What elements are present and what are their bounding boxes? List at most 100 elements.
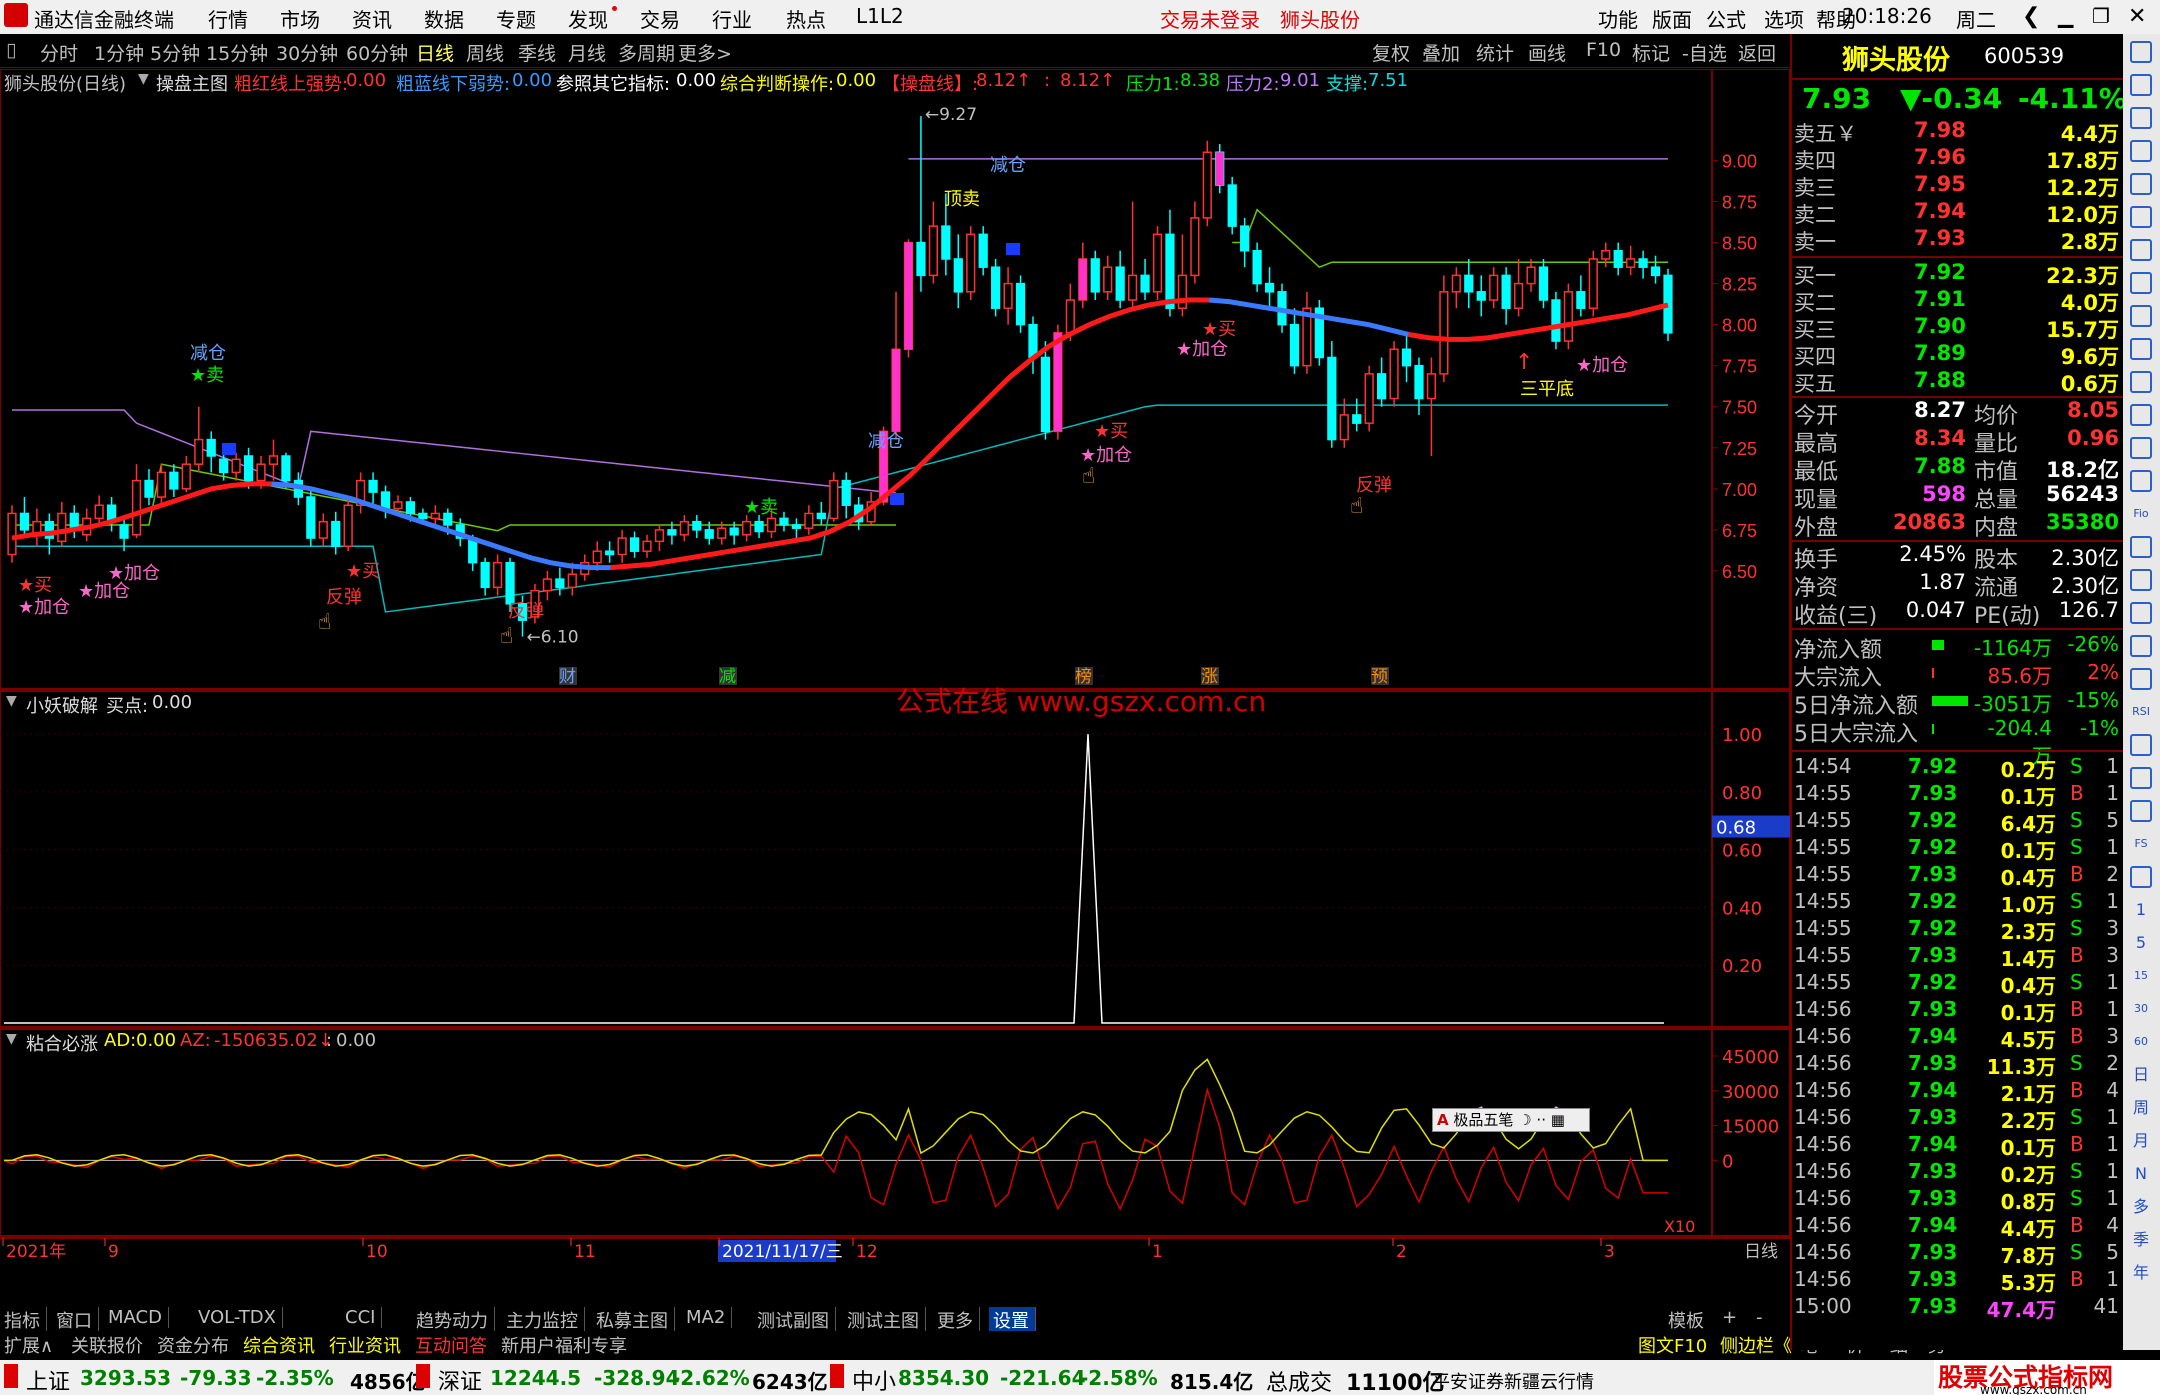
chart-canvas[interactable]: 9.00 8.75 8.50 8.25 8.00 7.75 7.50 7.25 7.00 6.75… — [0, 68, 1791, 1284]
right-menu-2[interactable]: 公式 — [1706, 4, 1746, 33]
period-tab-8[interactable]: 季线 — [518, 39, 556, 66]
table-icon[interactable] — [2130, 239, 2152, 261]
period-btn-31[interactable]: 日 — [2127, 1061, 2155, 1089]
menu-8[interactable]: 热点 — [786, 4, 826, 33]
sub1-title[interactable]: 小妖破解 — [26, 692, 98, 718]
down-arrow-icon[interactable] — [2130, 107, 2152, 129]
restore-icon[interactable]: ❐ — [2092, 4, 2110, 28]
indicator-tab-2[interactable]: MACD — [108, 1307, 169, 1328]
candle-icon[interactable] — [2130, 305, 2152, 327]
menu-3[interactable]: 数据 — [424, 4, 464, 33]
period-btn-36[interactable]: 季 — [2127, 1226, 2155, 1254]
sub2-title[interactable]: 粘合必涨 — [26, 1030, 98, 1056]
period-tab-11[interactable]: 更多> — [678, 39, 732, 66]
toolbar-btn-3[interactable]: 画线 — [1528, 39, 1566, 66]
toolbar-btn-2[interactable]: 统计 — [1476, 39, 1514, 66]
rsi-icon[interactable]: RSI — [2127, 698, 2155, 726]
main-indicator-name[interactable]: 操盘主图 — [156, 70, 228, 96]
period-btn-30[interactable]: 60 — [2127, 1028, 2155, 1056]
period-btn-33[interactable]: 月 — [2127, 1127, 2155, 1155]
index-name[interactable]: 中小 — [852, 1364, 896, 1395]
ext-tab-3[interactable]: 综合资讯 — [243, 1332, 315, 1358]
index-name[interactable]: 深证 — [438, 1364, 482, 1395]
indicator-tab-6[interactable]: 主力监控 — [506, 1307, 585, 1333]
indicator-tab-8[interactable]: MA2 — [686, 1307, 733, 1328]
right-menu-3[interactable]: 选项 — [1764, 4, 1804, 33]
clock-icon[interactable] — [2130, 866, 2152, 888]
fs-icon[interactable]: FS — [2127, 830, 2155, 858]
menu-6[interactable]: 交易 — [640, 4, 680, 33]
f10-icon[interactable] — [2130, 602, 2152, 624]
fio-icon[interactable]: Fio — [2127, 500, 2155, 528]
ext-tab-1[interactable]: 关联报价 — [71, 1332, 143, 1358]
ime-toolbar[interactable]: A 极品五笔 ☽ ·· ▦ — [1432, 1108, 1590, 1132]
collapse-icon[interactable] — [2130, 41, 2152, 63]
period-tab-3[interactable]: 15分钟 — [206, 39, 268, 66]
close-icon[interactable]: ✕ — [2128, 4, 2146, 29]
sub2-dropdown-icon[interactable]: ▼ — [6, 1031, 17, 1047]
wave-icon[interactable] — [2130, 536, 2152, 558]
toolbar-btn-5[interactable]: 标记 — [1632, 39, 1670, 66]
indicator-tab-3[interactable]: VOL-TDX — [198, 1307, 283, 1328]
ext-tab-5[interactable]: 互动问答 — [415, 1332, 487, 1358]
toolbar-btn-4[interactable]: F10 — [1586, 39, 1621, 61]
map-icon[interactable] — [2130, 569, 2152, 591]
minimize-icon[interactable]: ▁ — [2058, 4, 2073, 28]
period-tab-2[interactable]: 5分钟 — [150, 39, 200, 66]
toolbar-btn-0[interactable]: 复权 — [1372, 39, 1410, 66]
chart-icon[interactable] — [2130, 140, 2152, 162]
indicator-tab-11[interactable]: 更多 — [937, 1307, 980, 1333]
right-menu-0[interactable]: 功能 — [1598, 4, 1638, 33]
indicator-tab-7[interactable]: 私募主图 — [596, 1307, 675, 1333]
list-icon[interactable] — [2130, 173, 2152, 195]
period-btn-28[interactable]: 15 — [2127, 962, 2155, 990]
period-btn-32[interactable]: 周 — [2127, 1094, 2155, 1122]
ext-tab-6[interactable]: 新用户福利专享 — [501, 1332, 627, 1358]
menu-2[interactable]: 资讯 — [352, 4, 392, 33]
period-tab-6[interactable]: 日线 — [416, 39, 454, 66]
back-icon[interactable]: ❮ — [2022, 4, 2040, 29]
layout-icon[interactable] — [2130, 635, 2152, 657]
indicator-tab-12[interactable]: 设置 — [989, 1307, 1036, 1333]
toolbar-btn-6[interactable]: -自选 — [1682, 39, 1727, 66]
book-icon[interactable] — [2130, 338, 2152, 360]
period-btn-27[interactable]: 5 — [2127, 929, 2155, 957]
toolbar-btn-1[interactable]: 叠加 — [1422, 39, 1460, 66]
chart-area[interactable]: 9.00 8.75 8.50 8.25 8.00 7.75 7.50 7.25 7.00 6.75… — [0, 68, 1791, 1284]
template-btn-1[interactable]: + — [1722, 1307, 1737, 1328]
menu-9[interactable]: L1L2 — [856, 4, 904, 28]
right-menu-1[interactable]: 版面 — [1652, 4, 1692, 33]
period-tab-0[interactable]: 分时 — [40, 39, 78, 66]
ext-tab-2[interactable]: 资金分布 — [157, 1332, 229, 1358]
up-arrow-icon[interactable] — [2130, 74, 2152, 96]
indicator-tab-1[interactable]: 窗口 — [56, 1307, 99, 1333]
template-btn-2[interactable]: - — [1756, 1307, 1763, 1328]
ime-keyboard-icon[interactable]: ▦ — [1551, 1111, 1565, 1129]
period-btn-35[interactable]: 多 — [2127, 1193, 2155, 1221]
menu-0[interactable]: 行情 — [208, 4, 248, 33]
period-btn-29[interactable]: 30 — [2127, 995, 2155, 1023]
news-icon[interactable] — [2130, 437, 2152, 459]
grid-icon[interactable] — [2130, 371, 2152, 393]
period-btn-34[interactable]: N — [2127, 1160, 2155, 1188]
period-tab-4[interactable]: 30分钟 — [276, 39, 338, 66]
stock-icon[interactable] — [2130, 470, 2152, 492]
sub1-dropdown-icon[interactable]: ▼ — [6, 693, 17, 709]
ring-icon[interactable] — [2130, 668, 2152, 690]
template-btn-0[interactable]: 模板 — [1668, 1307, 1704, 1333]
ext-tab-0[interactable]: 扩展∧ — [4, 1332, 53, 1358]
period-btn-37[interactable]: 年 — [2127, 1259, 2155, 1287]
indicator-tab-9[interactable]: 测试副图 — [757, 1307, 836, 1333]
period-tab-10[interactable]: 多周期 — [618, 39, 675, 66]
menu-7[interactable]: 行业 — [712, 4, 752, 33]
menu-5[interactable]: 发现 — [568, 4, 608, 33]
menu-4[interactable]: 专题 — [496, 4, 536, 33]
ime-moon-icon[interactable]: ☽ — [1518, 1111, 1531, 1129]
indicator-tab-4[interactable]: CCI — [345, 1307, 383, 1328]
period-tab-7[interactable]: 周线 — [466, 39, 504, 66]
ext-right-tab-0[interactable]: 图文F10 — [1638, 1332, 1707, 1358]
menu-1[interactable]: 市场 — [280, 4, 320, 33]
pin-icon[interactable] — [2130, 734, 2152, 756]
period-tab-5[interactable]: 60分钟 — [346, 39, 408, 66]
pen-icon[interactable] — [2130, 800, 2152, 822]
